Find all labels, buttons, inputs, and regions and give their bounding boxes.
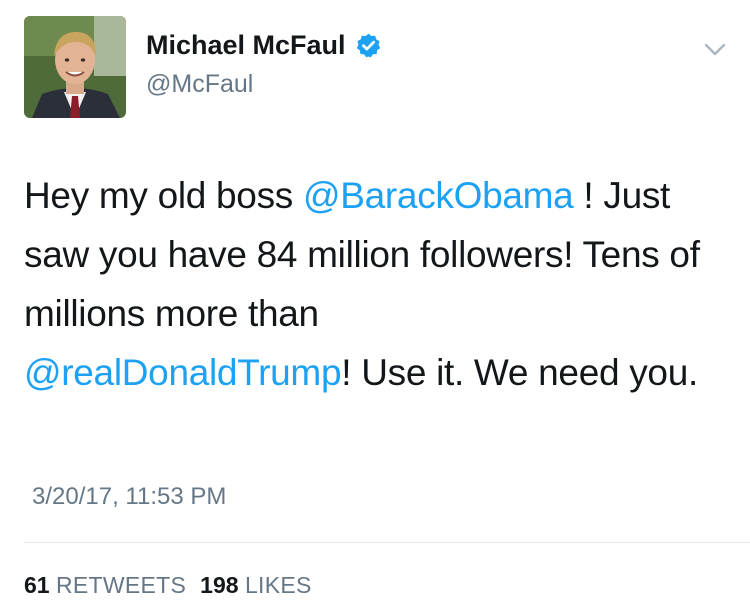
likes-label: LIKES xyxy=(244,572,312,598)
divider xyxy=(24,542,750,543)
tweet-text-part3: ! Use it. We need you. xyxy=(341,352,698,393)
profile-photo-icon xyxy=(24,16,126,118)
retweets-label: RETWEETS xyxy=(55,572,187,598)
author-display-name[interactable]: Michael McFaul xyxy=(146,30,346,61)
retweets-count: 61 xyxy=(24,572,50,598)
tweet-text: Hey my old boss @BarackObama ! Just saw … xyxy=(24,166,729,402)
retweets-stat[interactable]: 61 RETWEETS xyxy=(24,572,186,598)
tweet-timestamp[interactable]: 3/20/17, 11:53 PM xyxy=(32,483,226,511)
likes-count: 198 xyxy=(200,572,239,598)
author-name[interactable]: Michael McFaul xyxy=(146,30,382,61)
verified-badge-icon xyxy=(355,32,382,59)
tweet-card: Michael McFaul @McFaul Hey my old boss @… xyxy=(0,0,750,609)
likes-stat[interactable]: 198 LIKES xyxy=(200,572,311,598)
avatar[interactable] xyxy=(24,16,126,118)
tweet-stats: 61 RETWEETS 198 LIKES xyxy=(24,572,326,599)
mention-link-barackobama[interactable]: @BarackObama xyxy=(303,175,574,216)
tweet-text-part1: Hey my old boss xyxy=(24,175,303,216)
chevron-down-icon[interactable] xyxy=(702,36,728,62)
author-handle[interactable]: @McFaul xyxy=(146,70,253,99)
mention-link-realdonaldtrump[interactable]: @realDonaldTrump xyxy=(24,352,342,393)
